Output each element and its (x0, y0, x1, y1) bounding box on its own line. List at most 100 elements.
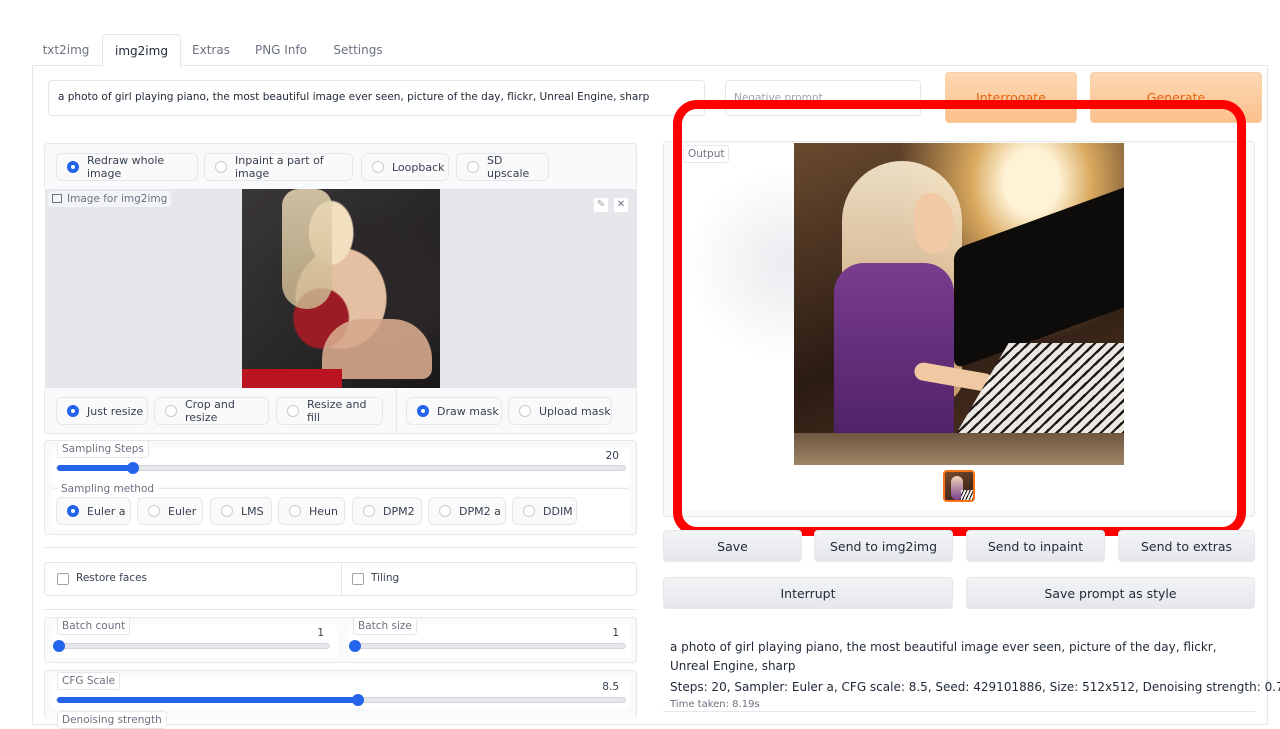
slider-thumb[interactable] (126, 462, 139, 474)
tiling-checkbox[interactable] (352, 573, 364, 585)
highlight-box (673, 100, 1246, 536)
slider-thumb[interactable] (352, 694, 365, 706)
mask-draw-mask[interactable]: Draw mask (406, 397, 502, 425)
sampler-euler[interactable]: Euler (137, 497, 203, 525)
info-bottom-divider (663, 711, 1255, 712)
input-image-skirt (242, 369, 342, 388)
radio-label: SD upscale (487, 154, 530, 180)
batch-size-label: Batch size (353, 617, 417, 635)
radio-label: LMS (241, 504, 264, 518)
interrupt-button[interactable]: Interrupt (663, 577, 953, 609)
save-button[interactable]: Save (663, 530, 802, 562)
mode-inpaint[interactable]: Inpaint a part of image (204, 153, 353, 181)
resize-mask-divider (396, 389, 397, 433)
sampling-steps-value: 20 (605, 450, 619, 462)
radio-label: Euler (168, 504, 197, 518)
batch-size-slider[interactable] (349, 640, 626, 652)
image-input-label-text: Image for img2img (67, 193, 168, 205)
radio-dot (165, 405, 177, 417)
tiling-label: Tiling (371, 572, 400, 584)
send-to-img2img-button[interactable]: Send to img2img (814, 530, 953, 562)
radio-label: Upload mask (539, 404, 611, 418)
save-prompt-as-style-button[interactable]: Save prompt as style (966, 577, 1255, 609)
slider-fill (57, 697, 359, 703)
section-divider-2 (44, 609, 637, 610)
radio-dot (67, 405, 79, 417)
slider-fill (57, 465, 133, 471)
radio-label: Draw mask (437, 404, 499, 418)
mask-upload-mask[interactable]: Upload mask (508, 397, 612, 425)
radio-dot (372, 161, 384, 173)
radio-dot (287, 405, 299, 417)
sampler-dpm2[interactable]: DPM2 (352, 497, 422, 525)
resize-crop-and-resize[interactable]: Crop and resize (154, 397, 269, 425)
batch-count-label: Batch count (57, 617, 131, 635)
resize-resize-and-fill[interactable]: Resize and fill (276, 397, 383, 425)
radio-label: Heun (309, 504, 338, 518)
radio-dot (148, 505, 160, 517)
tab-extras[interactable]: Extras (182, 34, 240, 66)
radio-label: Euler a (87, 504, 126, 518)
resize-just-resize[interactable]: Just resize (56, 397, 148, 425)
sampling-steps-label: Sampling Steps (57, 440, 149, 458)
cfg-scale-value: 8.5 (602, 681, 619, 693)
sampler-dpm2-a[interactable]: DPM2 a (428, 497, 506, 525)
batch-count-value: 1 (317, 627, 324, 639)
radio-label: DPM2 a (459, 504, 501, 518)
sampling-method-label: Sampling method (57, 481, 159, 497)
radio-dot (67, 161, 79, 173)
batch-size-value: 1 (612, 627, 619, 639)
radio-label: DDIM (543, 504, 573, 518)
edit-icon[interactable]: ✎ (593, 197, 609, 213)
mode-loopback[interactable]: Loopback (361, 153, 449, 181)
radio-label: Just resize (87, 404, 144, 418)
tab-img2img[interactable]: img2img (102, 34, 181, 68)
section-divider (44, 547, 637, 548)
prompt-input[interactable]: a photo of girl playing piano, the most … (48, 80, 705, 116)
send-to-inpaint-button[interactable]: Send to inpaint (966, 530, 1105, 562)
send-to-extras-button[interactable]: Send to extras (1118, 530, 1255, 562)
radio-dot (221, 505, 233, 517)
radio-dot (363, 505, 375, 517)
sampler-lms[interactable]: LMS (210, 497, 272, 525)
image-icon (52, 194, 62, 203)
radio-label: Resize and fill (307, 398, 367, 424)
tab-settings[interactable]: Settings (322, 34, 394, 66)
radio-label: Loopback (392, 160, 445, 174)
clear-image-icon[interactable]: ✕ (613, 197, 629, 213)
radio-dot (67, 505, 79, 517)
slider-thumb[interactable] (53, 640, 65, 652)
tab-txt2img[interactable]: txt2img (32, 34, 100, 66)
radio-dot (519, 405, 531, 417)
cfg-scale-slider[interactable] (56, 694, 626, 706)
generation-info-prompt: a photo of girl playing piano, the most … (670, 640, 1217, 673)
radio-dot (417, 405, 429, 417)
restore-faces-label: Restore faces (76, 572, 148, 584)
sampler-heun[interactable]: Heun (278, 497, 345, 525)
image-input-label: Image for img2img (48, 191, 172, 207)
prompt-text: a photo of girl playing piano, the most … (58, 91, 650, 103)
input-image (242, 189, 440, 388)
batch-count-slider[interactable] (53, 640, 330, 652)
radio-label: Crop and resize (185, 398, 235, 424)
radio-dot (467, 161, 479, 173)
radio-dot (215, 161, 227, 173)
radio-dot (523, 505, 535, 517)
cfg-scale-label: CFG Scale (57, 672, 121, 690)
restore-faces-checkbox[interactable] (57, 573, 69, 585)
mode-sd-upscale[interactable]: SD upscale (456, 153, 549, 181)
radio-dot (439, 505, 451, 517)
radio-label: Redraw whole image (87, 154, 165, 180)
denoising-strength-label: Denoising strength (57, 711, 167, 729)
sampler-euler-a[interactable]: Euler a (56, 497, 131, 525)
radio-dot (289, 505, 301, 517)
sampler-ddim[interactable]: DDIM (512, 497, 577, 525)
image-input-area[interactable]: Image for img2img ✎ ✕ (45, 189, 637, 388)
input-image-hair (282, 189, 332, 309)
mode-redraw-whole[interactable]: Redraw whole image (56, 153, 198, 181)
sampling-steps-slider[interactable] (56, 462, 626, 474)
tab-png-info[interactable]: PNG Info (244, 34, 318, 66)
radio-label: DPM2 (383, 504, 415, 518)
slider-thumb[interactable] (349, 640, 361, 652)
options-divider (341, 563, 342, 595)
